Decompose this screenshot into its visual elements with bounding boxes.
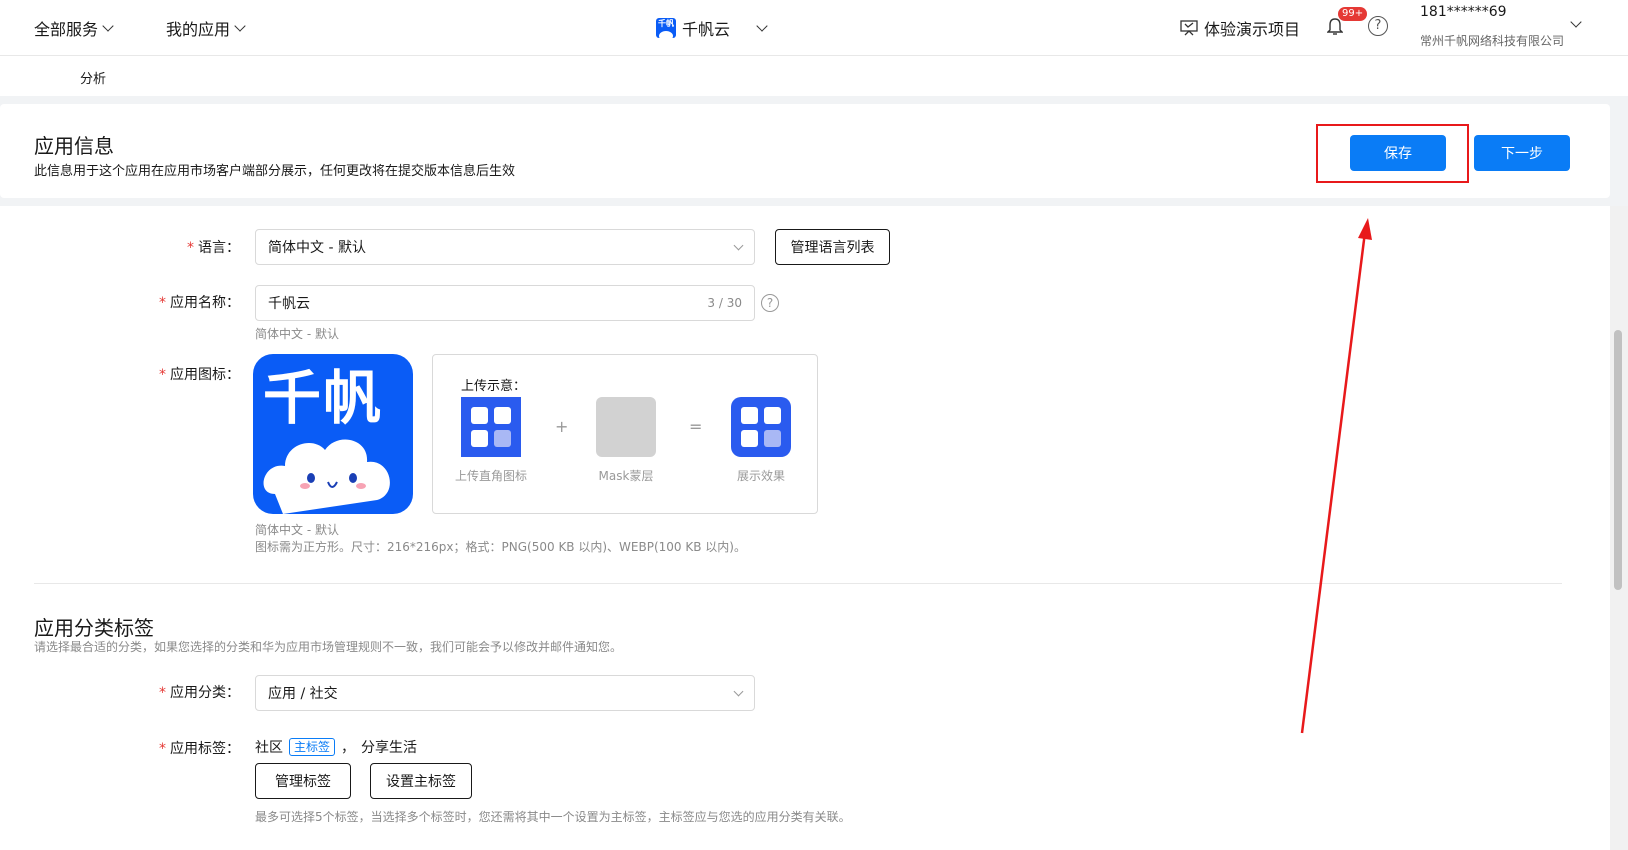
annotation-arrow [1300, 218, 1372, 734]
